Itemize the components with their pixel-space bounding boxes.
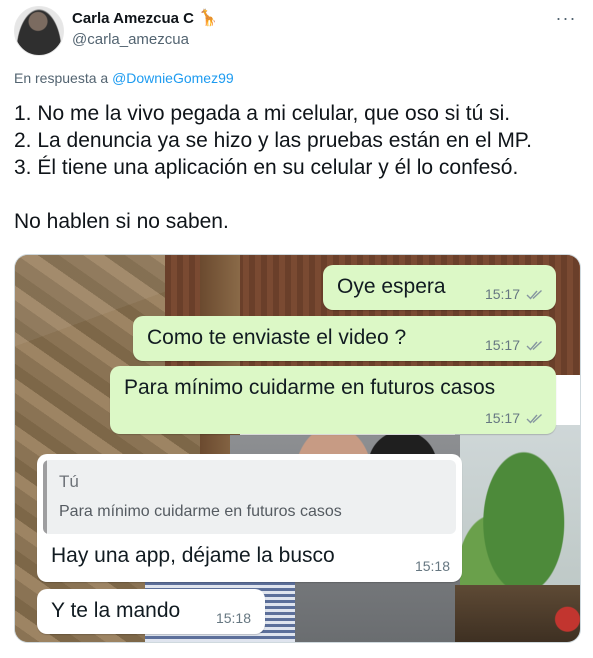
reply-prefix: En respuesta a <box>14 70 113 86</box>
tweet-line: 1. No me la vivo pegada a mi celular, qu… <box>14 102 511 125</box>
reply-mention-link[interactable]: @DownieGomez99 <box>112 70 234 86</box>
author-name-row: Carla Amezcua C 🦒 <box>72 10 218 27</box>
quoted-message: Tú Para mínimo cuidarme en futuros casos <box>43 460 456 534</box>
chat-message-meta: 15:17 <box>485 337 544 353</box>
double-check-icon <box>526 413 542 424</box>
giraffe-emoji-icon: 🦒 <box>198 9 218 27</box>
chat-message-text: Como te enviaste el video ? <box>147 326 407 349</box>
chat-message-text: Y te la mando <box>51 599 181 622</box>
photo-background-table <box>455 585 580 642</box>
tweet-line: No hablen si no saben. <box>14 210 229 233</box>
reply-context: En respuesta a @DownieGomez99 <box>14 70 234 86</box>
chat-bubble-incoming: Y te la mando 15:18 <box>37 589 265 634</box>
quoted-message-author: Tú <box>59 472 79 491</box>
tweet-line: 3. Él tiene una aplicación en su celular… <box>14 156 519 179</box>
chat-message-meta: 15:18 <box>216 610 251 626</box>
chat-bubble-outgoing: Para mínimo cuidarme en futuros casos 15… <box>110 366 556 434</box>
double-check-icon <box>526 340 542 351</box>
author-handle[interactable]: @carla_amezcua <box>72 31 189 48</box>
chat-message-text: Para mínimo cuidarme en futuros casos <box>124 376 496 399</box>
quote-accent-bar <box>43 460 47 534</box>
chat-message-time: 15:18 <box>414 558 450 574</box>
chat-message-text: Oye espera <box>337 275 446 298</box>
attached-image[interactable]: Oye espera 15:17 Como te enviaste el vid… <box>14 254 581 643</box>
chat-bubble-outgoing: Como te enviaste el video ? 15:17 <box>133 316 556 361</box>
chat-bubble-incoming-reply: Tú Para mínimo cuidarme en futuros casos… <box>37 454 462 582</box>
chat-message-time: 15:17 <box>484 410 520 426</box>
chat-message-meta: 15:17 <box>485 410 544 426</box>
chat-message-time: 15:17 <box>484 286 520 302</box>
tweet-line: 2. La denuncia ya se hizo y las pruebas … <box>14 129 532 152</box>
chat-message-meta: 15:17 <box>485 286 544 302</box>
double-check-icon <box>526 289 542 300</box>
more-options-icon[interactable]: ··· <box>555 8 577 28</box>
chat-message-meta: 15:18 <box>415 558 450 574</box>
chat-message-time: 15:18 <box>215 610 251 626</box>
tweet-text: 1. No me la vivo pegada a mi celular, qu… <box>14 100 584 235</box>
quoted-message-text: Para mínimo cuidarme en futuros casos <box>59 503 342 520</box>
chat-message-time: 15:17 <box>484 337 520 353</box>
chat-message-text: Hay una app, déjame la busco <box>51 544 335 567</box>
display-name[interactable]: Carla Amezcua C <box>72 10 194 27</box>
tweet: Carla Amezcua C 🦒 @carla_amezcua ··· En … <box>0 0 593 658</box>
chat-bubble-outgoing: Oye espera 15:17 <box>323 265 556 310</box>
avatar[interactable] <box>14 6 64 56</box>
